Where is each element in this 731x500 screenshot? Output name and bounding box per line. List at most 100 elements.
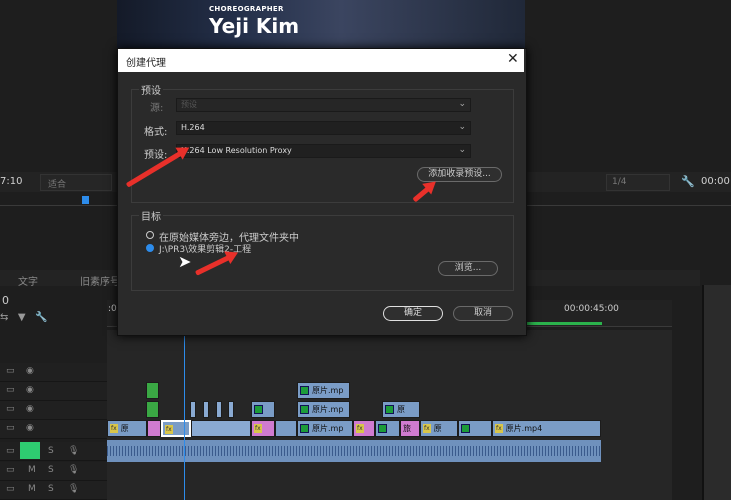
radio-custom-path[interactable] <box>146 244 154 252</box>
timeline-current-time[interactable]: 0 <box>2 294 9 307</box>
solo-icon[interactable]: S <box>48 446 54 456</box>
timeline-clip[interactable]: fx 原 <box>420 420 458 437</box>
solo-icon[interactable]: S <box>48 465 54 475</box>
timeline-clip[interactable]: fx 原片.mp4 <box>492 420 601 437</box>
clip-icon <box>378 424 387 433</box>
track-header-v4[interactable]: ▭ ◉ <box>0 363 107 382</box>
timeline-playhead[interactable] <box>184 330 185 500</box>
track-header-a2[interactable]: ▭ M S 🎙 <box>0 462 107 481</box>
mic-icon[interactable]: 🎙 <box>68 446 79 456</box>
wrench-icon[interactable]: 🔧 <box>681 175 695 188</box>
timeline-clip[interactable] <box>228 401 234 418</box>
audio-track-icon[interactable]: ▭ <box>6 465 15 475</box>
mic-icon[interactable]: 🎙 <box>68 465 79 475</box>
timeline-clip[interactable] <box>251 401 275 418</box>
clip-icon <box>300 424 309 433</box>
timeline-clip[interactable]: 原片.mp <box>297 401 350 418</box>
video-track-icon[interactable]: ▭ <box>6 404 15 414</box>
eye-icon[interactable]: ◉ <box>26 423 34 433</box>
timeline-clip[interactable] <box>147 420 161 437</box>
clip-label: 旅 <box>403 424 411 433</box>
source-label: 源: <box>150 103 164 114</box>
timeline-clip[interactable]: fx <box>251 420 275 437</box>
mute-icon[interactable]: M <box>28 484 36 494</box>
track-header-a1[interactable]: ▭ S 🎙 <box>0 442 107 461</box>
fx-badge: fx <box>495 424 503 433</box>
timeline-clip[interactable]: 原 <box>382 401 420 418</box>
track-header-a3[interactable]: ▭ M S 🎙 <box>0 481 107 500</box>
format-dropdown[interactable]: H.264 ⌄ <box>176 121 471 135</box>
browse-button[interactable]: 浏览... <box>438 261 498 276</box>
mute-icon[interactable]: M <box>28 465 36 475</box>
side-panel <box>702 285 731 500</box>
fx-badge: fx <box>356 424 364 433</box>
clip-label: 原片.mp <box>312 424 344 433</box>
preset-group-label: 预设 <box>139 82 163 97</box>
timeline-clip[interactable] <box>146 382 159 399</box>
cancel-button[interactable]: 取消 <box>453 306 513 321</box>
timeline-clip[interactable] <box>458 420 492 437</box>
monitor-playhead[interactable] <box>82 196 89 204</box>
timeline-clip[interactable] <box>275 420 297 437</box>
timeline-clip[interactable] <box>203 401 209 418</box>
credit-role-text: CHOREOGRAPHER <box>209 5 284 13</box>
clip-label: 原 <box>433 424 442 433</box>
audio-track-icon[interactable]: ▭ <box>6 446 15 456</box>
video-track-icon[interactable]: ▭ <box>6 366 15 376</box>
preview-image-top <box>117 0 525 48</box>
mic-icon[interactable]: 🎙 <box>68 484 79 494</box>
ok-button[interactable]: 确定 <box>383 306 443 321</box>
video-track-icon[interactable]: ▭ <box>6 423 15 433</box>
eye-icon[interactable]: ◉ <box>26 404 34 414</box>
clip-label: 原片.mp4 <box>505 424 543 433</box>
ruler-45s-label: 00:00:45:00 <box>564 304 619 314</box>
eye-icon[interactable]: ◉ <box>26 385 34 395</box>
audio-track-icon[interactable]: ▭ <box>6 484 15 494</box>
resolution-label: 1/4 <box>612 177 627 187</box>
tab-sequence[interactable]: 旧素序号 <box>80 273 120 288</box>
mouse-cursor-icon: ➤ <box>178 252 192 271</box>
timeline-clip[interactable]: fx <box>353 420 375 437</box>
chevron-down-icon: ⌄ <box>458 122 466 132</box>
mute-toggle-active[interactable] <box>20 442 40 459</box>
clip-label: 原片.mp <box>312 386 344 395</box>
audio-waveform <box>107 446 601 456</box>
eye-icon[interactable]: ◉ <box>26 366 34 376</box>
radio-next-to-media[interactable] <box>146 231 154 239</box>
solo-icon[interactable]: S <box>48 484 54 494</box>
credit-name-text: Yeji Kim <box>209 14 300 38</box>
timeline-clip[interactable]: 原片.mp <box>297 420 353 437</box>
dialog-title: 创建代理 <box>126 58 166 69</box>
preset-label: 预设: <box>144 150 168 161</box>
chevron-down-icon: ⌄ <box>458 145 466 155</box>
clip-icon <box>300 386 309 395</box>
timeline-clip[interactable]: 原片.mp <box>297 382 350 399</box>
timeline-clip[interactable] <box>191 420 251 437</box>
timeline-clip[interactable] <box>146 401 159 418</box>
chevron-down-icon: ⌄ <box>458 99 466 109</box>
video-track-icon[interactable]: ▭ <box>6 385 15 395</box>
dialog-title-bar[interactable] <box>118 49 524 72</box>
clip-icon <box>385 405 394 414</box>
preset-value: H.264 Low Resolution Proxy <box>181 146 292 155</box>
tab-text[interactable]: 文字 <box>18 273 38 288</box>
fx-badge: fx <box>254 424 262 433</box>
clip-label: 原 <box>397 405 405 414</box>
track-header-v3[interactable]: ▭ ◉ <box>0 382 107 401</box>
track-header-v2[interactable]: ▭ ◉ <box>0 401 107 420</box>
preset-dropdown[interactable]: H.264 Low Resolution Proxy ⌄ <box>176 144 471 158</box>
timeline-clip[interactable]: 旅 <box>400 420 420 437</box>
timeline-clip-selected[interactable]: fx <box>161 420 191 437</box>
timeline-clip[interactable]: fx 原 <box>107 420 147 437</box>
clip-icon <box>254 405 263 414</box>
render-bar <box>517 322 602 325</box>
timeline-clip[interactable] <box>375 420 400 437</box>
timeline-clip[interactable] <box>190 401 196 418</box>
timeline-clip[interactable] <box>216 401 222 418</box>
close-icon[interactable]: ✕ <box>507 51 519 67</box>
track-header-v1[interactable]: ▭ ◉ <box>0 420 107 439</box>
timeline-tools[interactable]: ⇆ ▼ 🔧 <box>0 312 48 323</box>
clip-icon <box>300 405 309 414</box>
fx-badge: fx <box>165 425 173 434</box>
format-value: H.264 <box>181 123 205 132</box>
